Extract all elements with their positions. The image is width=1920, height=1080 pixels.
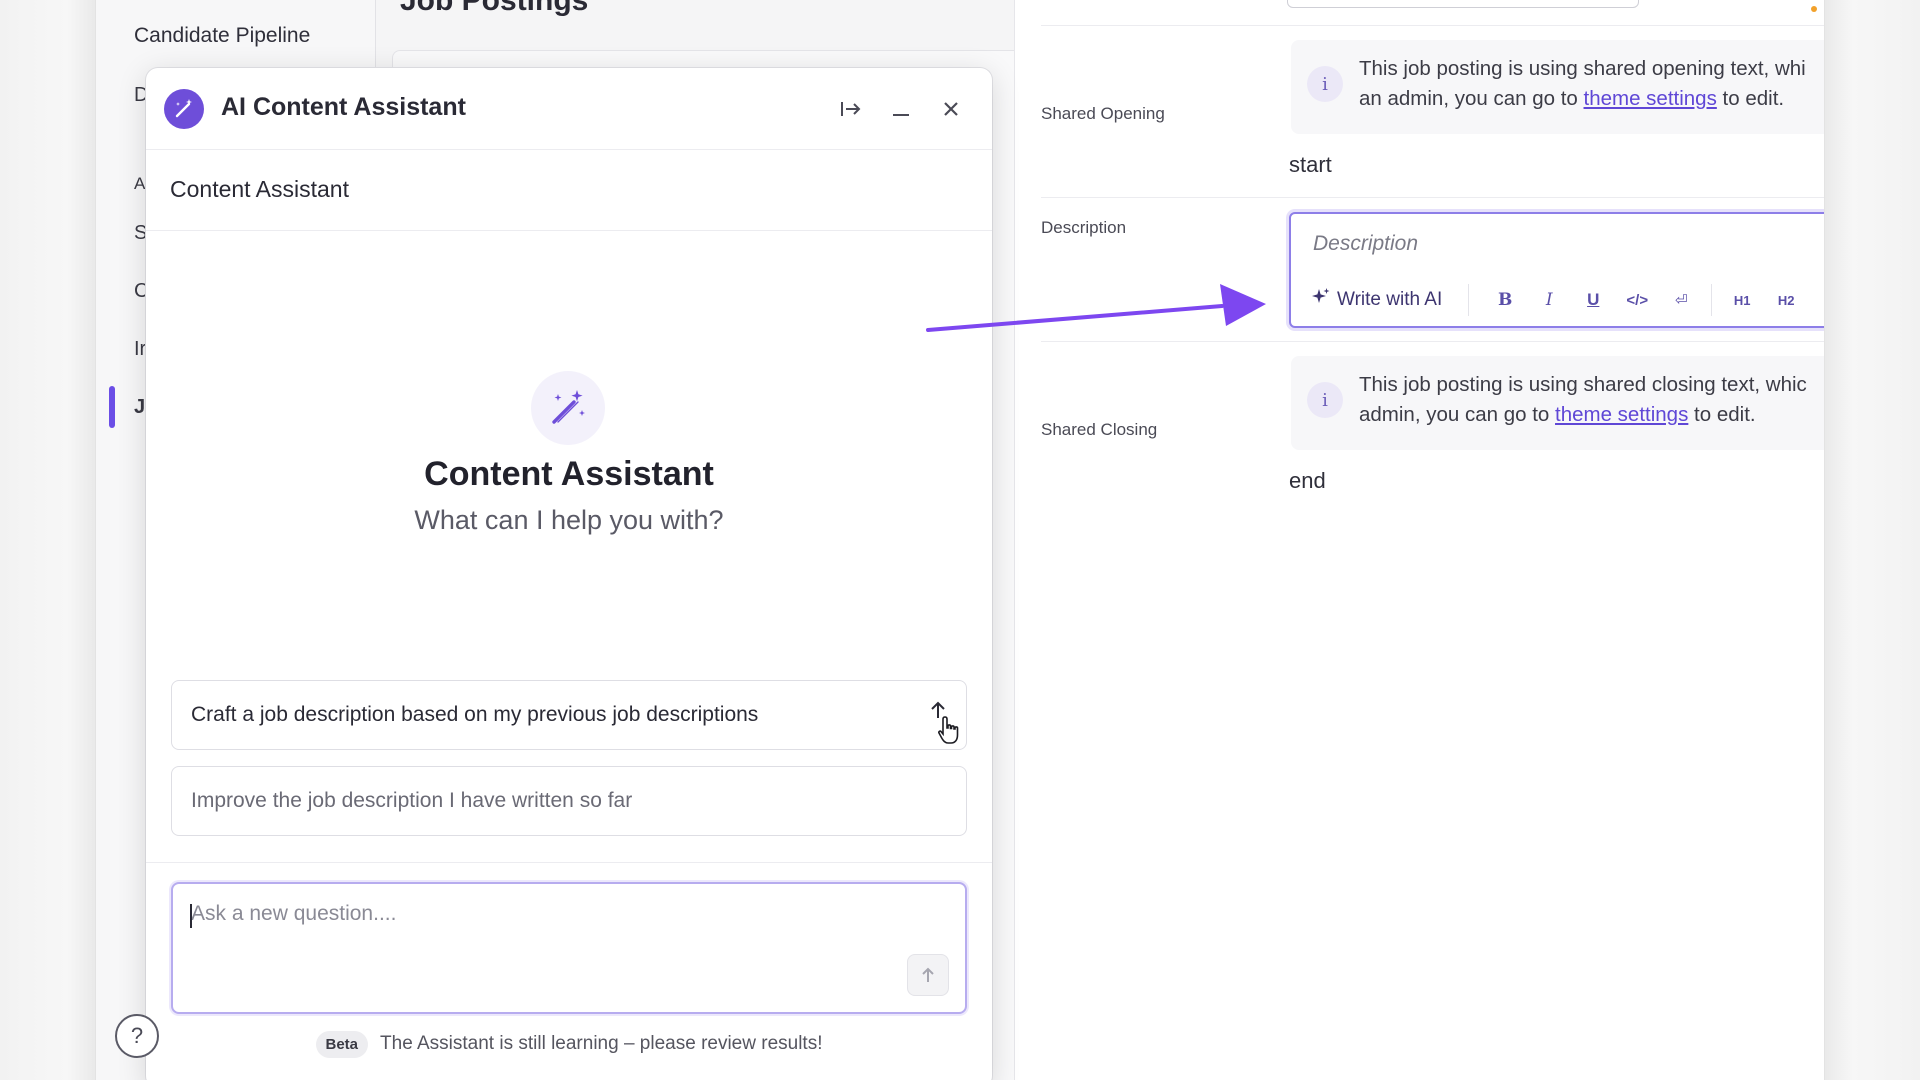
close-icon[interactable]: [934, 92, 968, 126]
write-with-ai-label: Write with AI: [1337, 289, 1443, 310]
shared-closing-label: Shared Closing: [1041, 420, 1158, 439]
sidebar-item-jobs[interactable]: J: [134, 396, 145, 419]
notification-dot: [1811, 6, 1817, 12]
beta-badge: Beta: [315, 1030, 369, 1058]
theme-settings-link[interactable]: theme settings: [1584, 87, 1717, 110]
panel-header: AI Content Assistant: [146, 68, 992, 150]
ask-question-box[interactable]: [171, 882, 967, 1014]
shared-opening-label: Shared Opening: [1041, 104, 1165, 123]
theme-settings-link[interactable]: theme settings: [1555, 403, 1688, 426]
active-indicator: [109, 386, 115, 428]
sidebar-item-candidate-pipeline[interactable]: Candidate Pipeline: [134, 24, 310, 48]
job-posting-form: Shared Opening i This job posting is usi…: [1014, 0, 1824, 1080]
arrow-up-icon: [922, 967, 934, 982]
suggestion-craft-description[interactable]: Craft a job description based on my prev…: [171, 680, 967, 750]
info-icon: i: [1307, 382, 1343, 418]
shared-closing-value: end: [1289, 468, 1326, 493]
pointer-hand-icon: [936, 715, 962, 750]
divider: [146, 862, 992, 863]
divider: [1041, 25, 1824, 26]
footer-note: The Assistant is still learning – please…: [380, 1033, 823, 1054]
toolbar-separator: [1711, 284, 1713, 316]
suggestion-label: Craft a job description based on my prev…: [191, 703, 759, 726]
panel-subheader: Content Assistant: [170, 176, 349, 202]
code-button[interactable]: </>: [1615, 292, 1659, 309]
title-input[interactable]: [1287, 0, 1639, 8]
description-editor[interactable]: Description Write with AI B I U </> ⏎ H1…: [1289, 212, 1824, 328]
divider: [146, 230, 992, 231]
send-button[interactable]: [907, 954, 949, 996]
suggestion-improve-description[interactable]: Improve the job description I have writt…: [171, 766, 967, 836]
ask-question-input[interactable]: [191, 902, 891, 926]
heading-1-button[interactable]: H1: [1720, 293, 1764, 308]
editor-toolbar: Write with AI B I U </> ⏎ H1 H2: [1311, 284, 1824, 316]
sparkle-icon: [1311, 287, 1331, 313]
underline-button[interactable]: U: [1571, 290, 1615, 310]
panel-footer: Beta The Assistant is still learning – p…: [146, 1028, 992, 1060]
dock-side-icon[interactable]: [834, 92, 868, 126]
shared-opening-info: i This job posting is using shared openi…: [1291, 40, 1824, 134]
outer-margin-right: [1824, 0, 1920, 1080]
magic-wand-icon: [164, 89, 204, 129]
shared-opening-value: start: [1289, 152, 1332, 177]
magic-wand-icon: [531, 371, 605, 445]
suggestion-label: Improve the job description I have writt…: [191, 789, 633, 812]
description-placeholder: Description: [1313, 232, 1419, 255]
text-caret: [190, 904, 192, 928]
sidebar-item-ir[interactable]: Ir: [134, 338, 146, 361]
description-label: Description: [1041, 218, 1127, 237]
bold-button[interactable]: B: [1483, 290, 1527, 310]
help-button[interactable]: ?: [115, 1014, 159, 1058]
line-break-button[interactable]: ⏎: [1659, 291, 1703, 309]
divider: [1041, 341, 1824, 342]
info-icon: i: [1307, 66, 1343, 102]
panel-title: AI Content Assistant: [221, 93, 466, 121]
ai-content-assistant-panel: AI Content Assistant Content Assistant C…: [146, 68, 992, 1080]
heading-2-button[interactable]: H2: [1764, 293, 1808, 308]
minimize-icon[interactable]: [884, 92, 918, 126]
hero-subtitle: What can I help you with?: [414, 505, 724, 535]
shared-closing-info: i This job posting is using shared closi…: [1291, 356, 1824, 450]
shared-opening-info-text: This job posting is using shared opening…: [1359, 57, 1806, 110]
write-with-ai-button[interactable]: Write with AI: [1311, 284, 1470, 316]
outer-margin-left: [0, 0, 96, 1080]
hero-title: Content Assistant: [424, 455, 714, 493]
italic-button[interactable]: I: [1527, 290, 1571, 310]
shared-closing-info-text: This job posting is using shared closing…: [1359, 373, 1807, 426]
divider: [1041, 197, 1824, 198]
sidebar-section-a: A: [134, 174, 146, 193]
page-title: Job Postings: [400, 0, 589, 17]
